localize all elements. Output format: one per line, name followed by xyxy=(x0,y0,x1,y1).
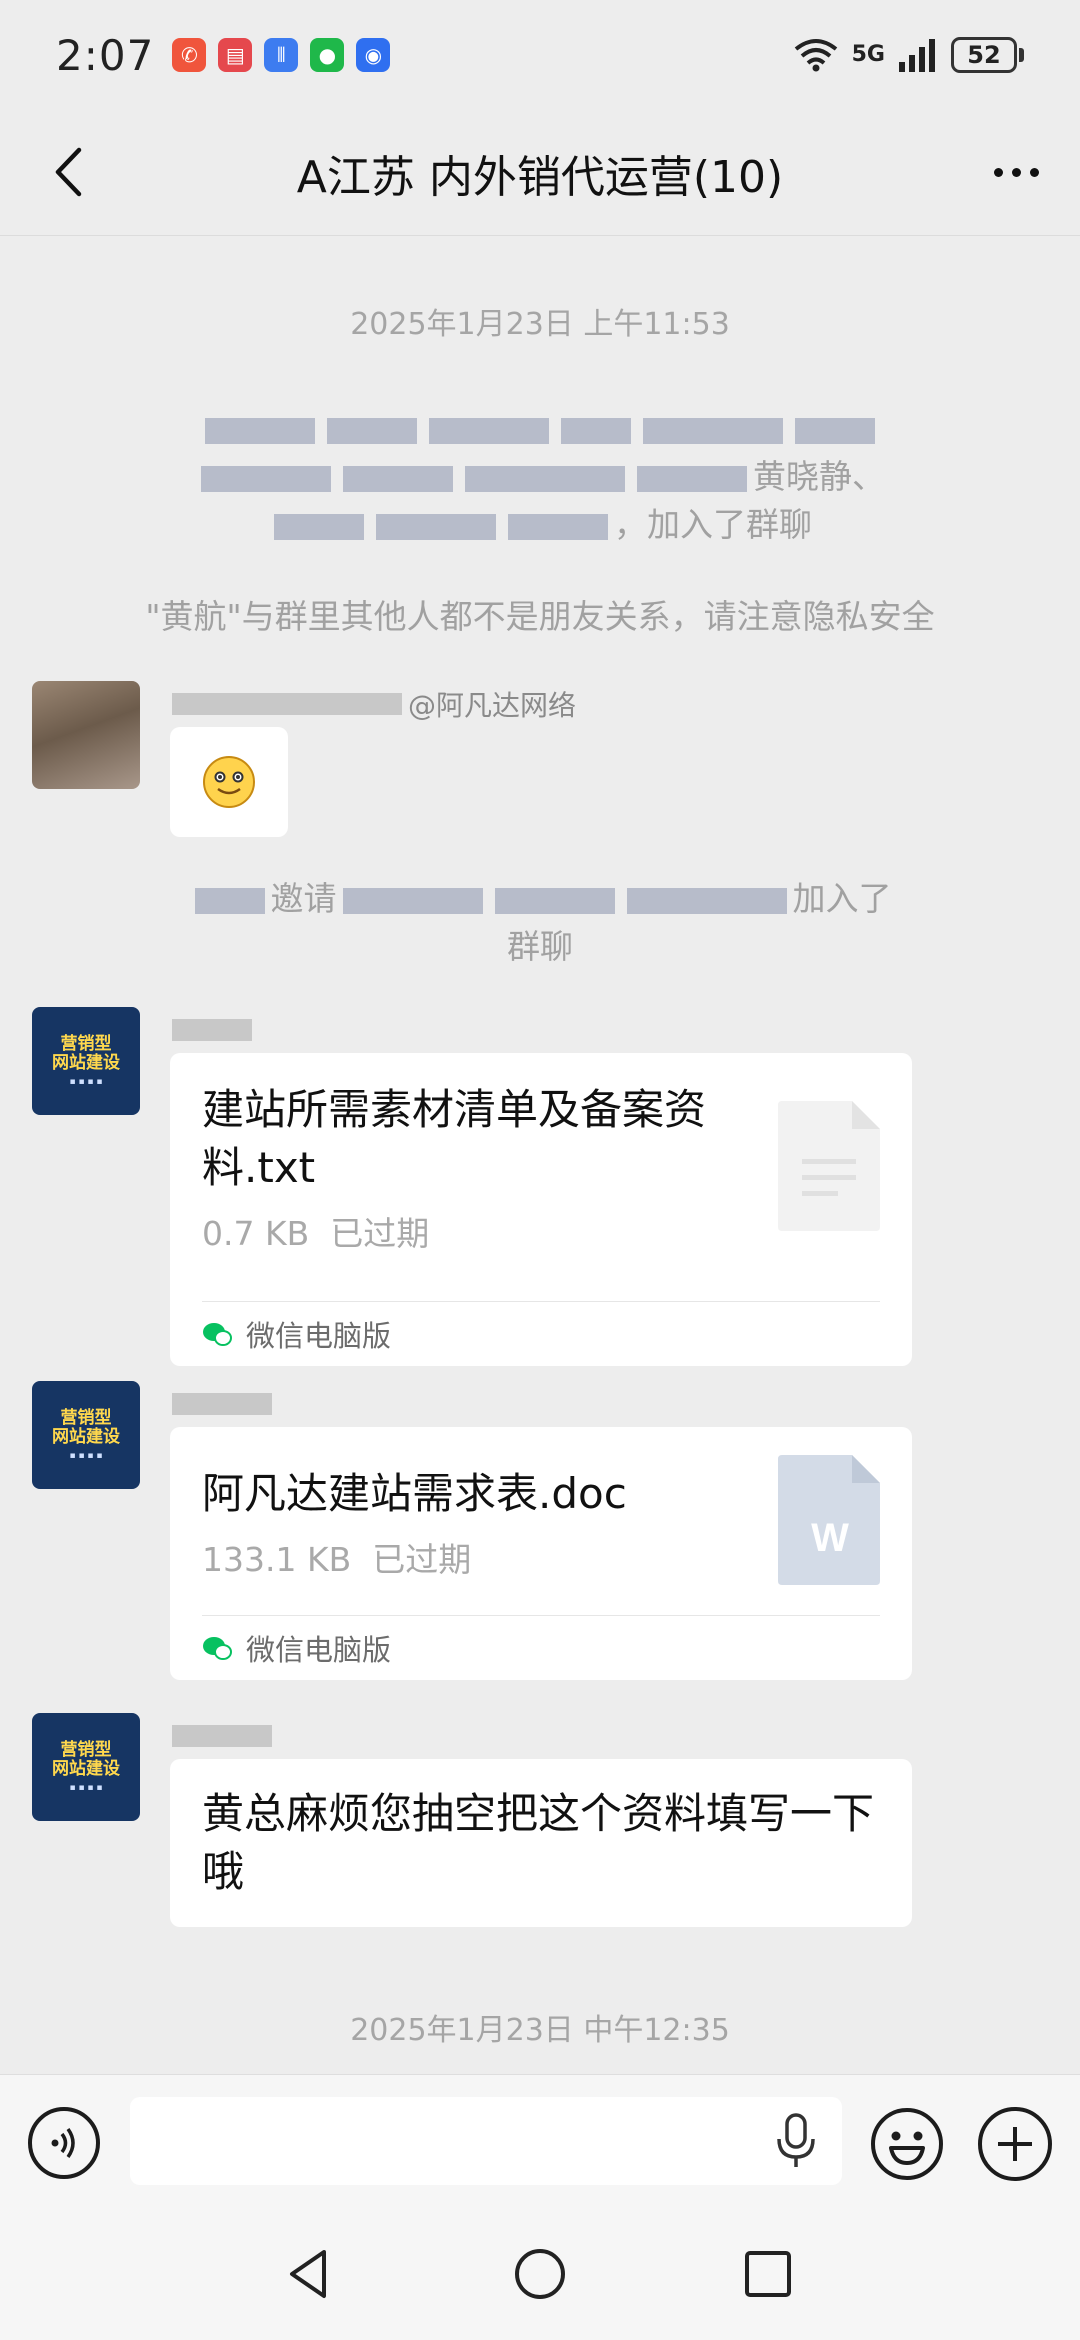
sender-name xyxy=(172,1387,278,1421)
voice-icon xyxy=(51,2127,75,2159)
message-input[interactable] xyxy=(130,2097,842,2185)
battery-icon: 52 xyxy=(951,37,1024,73)
more-actions-button[interactable] xyxy=(978,2107,1052,2181)
status-right: 5G 52 xyxy=(794,37,1024,73)
text-file-icon xyxy=(778,1101,880,1231)
file-source: 微信电脑版 xyxy=(202,1302,880,1366)
privacy-notice: "黄航"与群里其他人都不是朋友关系，请注意隐私安全 xyxy=(145,597,935,636)
recents-nav-button[interactable] xyxy=(738,2244,798,2304)
word-file-icon: W xyxy=(778,1455,880,1585)
network-type: 5G xyxy=(851,42,885,67)
avatar[interactable] xyxy=(32,681,140,789)
file-name: 建站所需素材清单及备案资料.txt xyxy=(202,1085,707,1192)
file-meta: 0.7 KB 已过期 xyxy=(202,1214,430,1253)
missed-call-icon: ✆ xyxy=(172,38,207,72)
emoji-button[interactable] xyxy=(870,2107,944,2181)
voice-recorder-icon: ⦀ xyxy=(264,38,299,72)
sender-name: @阿凡达网络 xyxy=(172,687,576,722)
avatar[interactable]: 营销型 网站建设 ▪ ▪ ▪ ▪ xyxy=(32,1007,140,1115)
wifi-icon xyxy=(794,39,837,72)
battery-level: 52 xyxy=(951,37,1017,73)
avatar[interactable]: 营销型 网站建设 ▪ ▪ ▪ ▪ xyxy=(32,1381,140,1489)
wechat-icon xyxy=(203,1323,232,1346)
home-nav-button[interactable] xyxy=(510,2244,570,2304)
timestamp: 2025年1月23日 上午11:53 xyxy=(350,307,730,342)
sender-name xyxy=(172,1719,278,1753)
voice-mode-button[interactable] xyxy=(28,2107,100,2179)
join-notice: 黄晓静、 ，加入了群聊 xyxy=(70,405,1010,549)
system-navigation-bar xyxy=(0,2204,1080,2340)
file-message[interactable]: 建站所需素材清单及备案资料.txt 0.7 KB 已过期 微信电脑版 xyxy=(170,1053,912,1366)
plus-icon xyxy=(998,2127,1032,2161)
chat-title: A江苏 内外销代运营(10) xyxy=(296,151,784,203)
invite-notice: 邀请 加入了 群聊 xyxy=(70,875,1010,971)
notification-icons: ✆ ▤ ⦀ ● ◉ xyxy=(172,38,391,72)
wechat-icon: ● xyxy=(310,38,345,72)
microphone-icon[interactable] xyxy=(772,2113,820,2169)
smile-emoji-icon xyxy=(203,756,255,808)
file-source: 微信电脑版 xyxy=(202,1616,880,1680)
chat-header: A江苏 内外销代运营(10) xyxy=(0,110,1080,236)
status-time: 2:07 xyxy=(56,30,155,80)
signal-icon xyxy=(899,39,935,72)
book-app-icon: ▤ xyxy=(218,38,253,72)
word-file-letter: W xyxy=(811,1516,849,1560)
sender-name xyxy=(172,1013,258,1047)
file-message[interactable]: 阿凡达建站需求表.doc 133.1 KB 已过期 W 微信电脑版 xyxy=(170,1427,912,1680)
file-meta: 133.1 KB 已过期 xyxy=(202,1540,472,1579)
timestamp: 2025年1月23日 中午12:35 xyxy=(350,2013,730,2048)
avatar[interactable]: 营销型 网站建设 ▪ ▪ ▪ ▪ xyxy=(32,1713,140,1821)
status-bar: 2:07 ✆ ▤ ⦀ ● ◉ 5G 52 xyxy=(0,0,1080,110)
tips-icon: ◉ xyxy=(356,38,391,72)
emoji-message[interactable] xyxy=(170,727,288,837)
chat-area[interactable]: 2025年1月23日 上午11:53 黄晓静、 ，加入了群聊 "黄航"与群里其他… xyxy=(0,237,1080,2073)
file-name: 阿凡达建站需求表.doc xyxy=(202,1469,627,1518)
input-bar xyxy=(0,2074,1080,2204)
text-message[interactable]: 黄总麻烦您抽空把这个资料填写一下哦 xyxy=(170,1759,912,1927)
wechat-icon xyxy=(203,1637,232,1660)
more-options-button[interactable] xyxy=(980,140,1052,204)
back-nav-button[interactable] xyxy=(280,2244,340,2304)
